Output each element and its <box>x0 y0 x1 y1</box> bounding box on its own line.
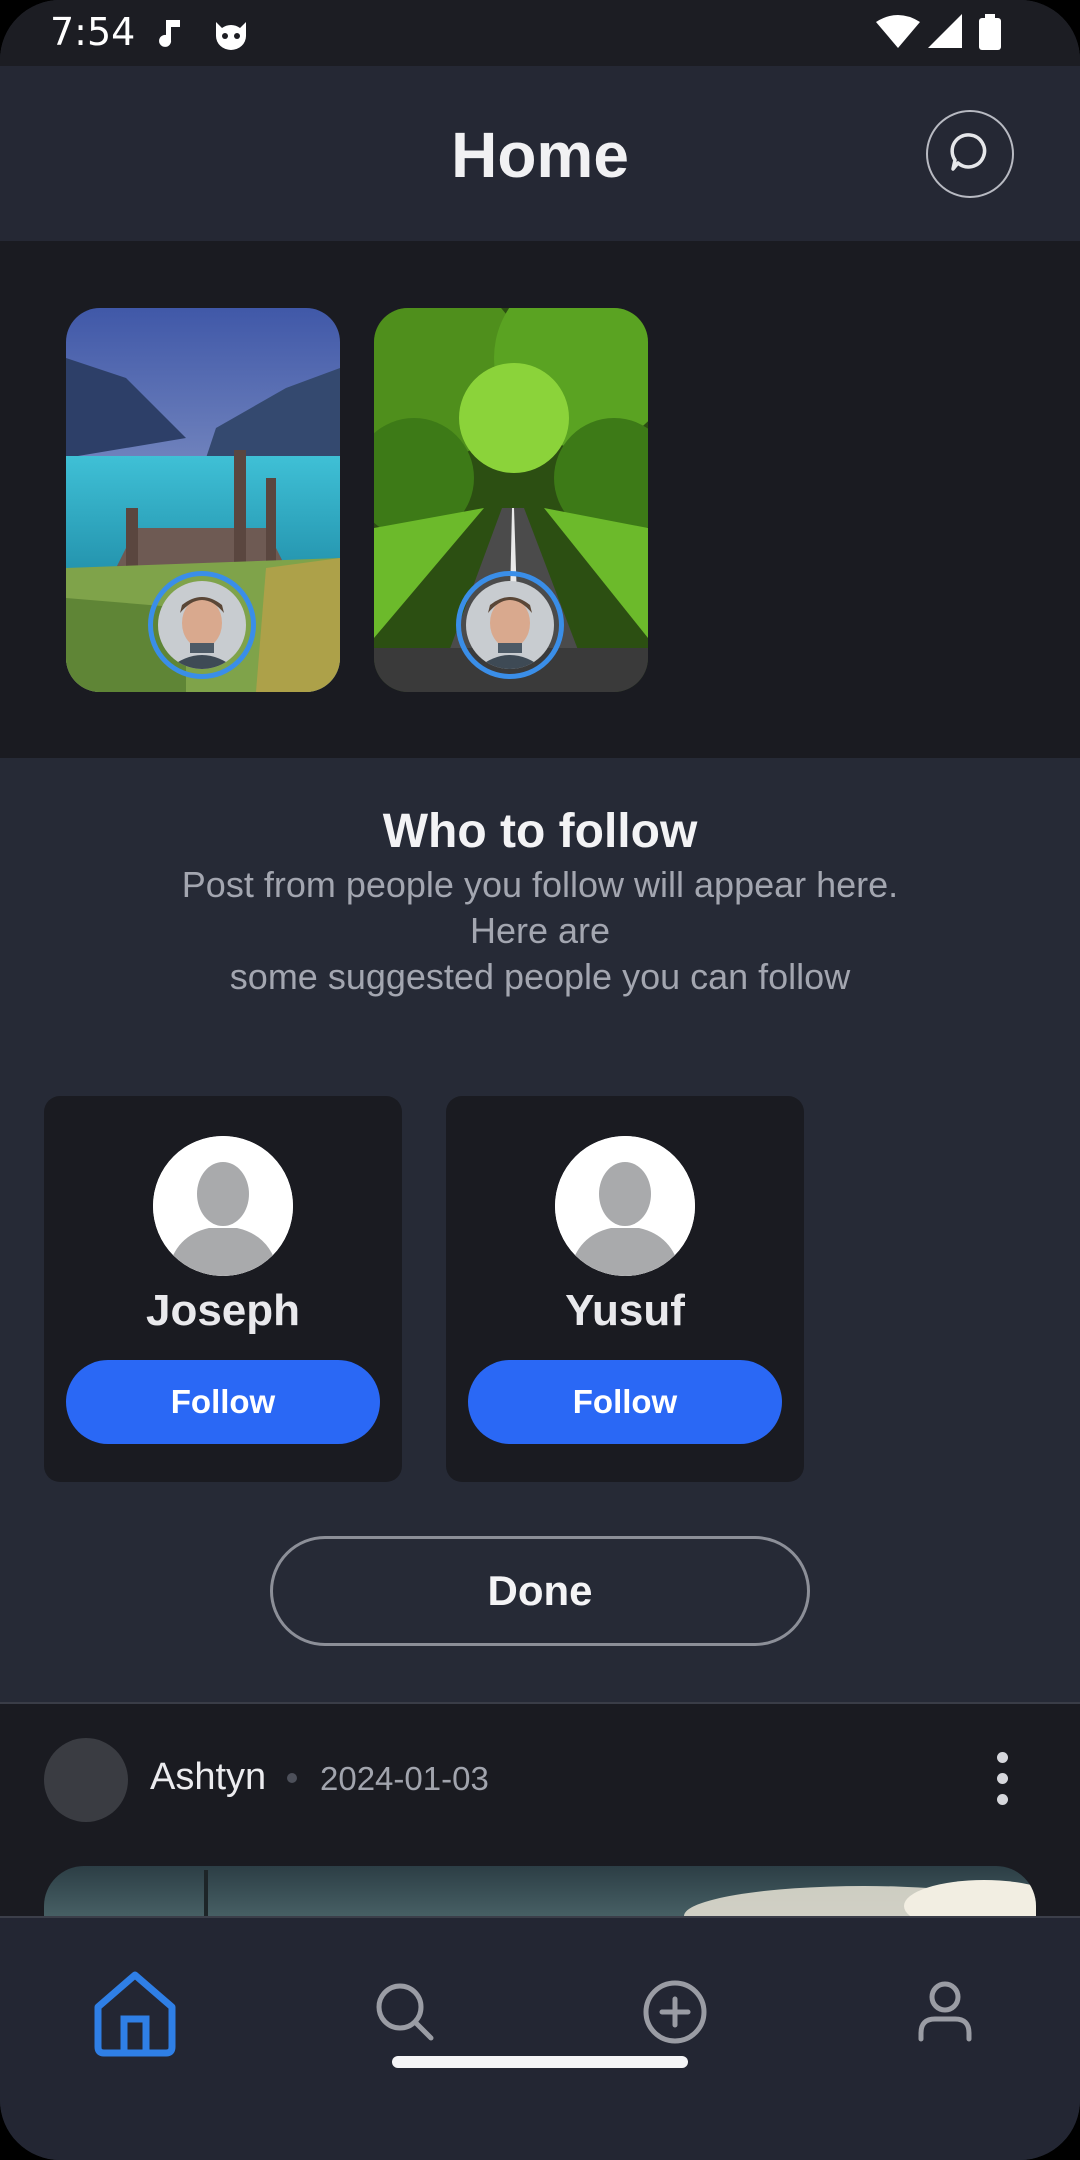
status-bar: 7:54 <box>0 0 1080 66</box>
home-indicator[interactable] <box>392 2056 688 2068</box>
user-avatar <box>466 581 554 669</box>
signal-icon <box>926 14 964 55</box>
chat-button[interactable] <box>926 110 1014 198</box>
page-title: Home <box>451 119 629 191</box>
separator-dot <box>287 1773 297 1783</box>
post-author[interactable]: Ashtyn <box>150 1756 266 1799</box>
user-avatar <box>158 581 246 669</box>
person-icon <box>918 1981 972 2042</box>
home-icon <box>94 1971 176 2057</box>
stories-row <box>0 242 1080 758</box>
app-header: Home <box>0 66 1080 242</box>
feed-post: Ashtyn 2024-01-03 <box>0 1702 1080 1986</box>
more-options-icon[interactable] <box>990 1752 1014 1810</box>
done-button[interactable]: Done <box>270 1536 810 1646</box>
app-screen: 7:54 Home Who to follow Post from people… <box>0 0 1080 2160</box>
plus-circle-icon <box>643 1980 707 2044</box>
story-card[interactable] <box>66 308 340 692</box>
bottom-navigation <box>0 1916 1080 2160</box>
follow-button[interactable]: Follow <box>468 1360 782 1444</box>
story-avatar <box>148 571 256 679</box>
default-avatar-icon <box>555 1136 695 1276</box>
chat-bubble-icon <box>945 127 995 182</box>
cat-face-icon <box>212 14 250 57</box>
nav-search[interactable] <box>355 1962 455 2062</box>
battery-icon <box>978 14 1002 57</box>
follow-button[interactable]: Follow <box>66 1360 380 1444</box>
suggested-person-card: Joseph Follow <box>44 1096 402 1482</box>
search-icon <box>376 1983 434 2041</box>
story-card[interactable] <box>374 308 648 692</box>
who-to-follow-description: Post from people you follow will appear … <box>181 864 899 997</box>
post-date: 2024-01-03 <box>320 1760 489 1797</box>
nav-home[interactable] <box>85 1962 185 2062</box>
avatar[interactable] <box>44 1738 128 1822</box>
default-avatar-icon <box>153 1136 293 1276</box>
who-to-follow-title: Who to follow <box>382 805 698 858</box>
music-note-icon <box>152 14 188 55</box>
nav-profile[interactable] <box>895 1962 995 2062</box>
story-avatar <box>456 571 564 679</box>
nav-create[interactable] <box>625 1962 725 2062</box>
person-name: Yusuf <box>565 1286 685 1335</box>
person-name: Joseph <box>145 1286 301 1335</box>
suggested-person-card: Yusuf Follow <box>446 1096 804 1482</box>
wifi-icon <box>876 14 920 55</box>
status-time: 7:54 <box>50 10 136 54</box>
